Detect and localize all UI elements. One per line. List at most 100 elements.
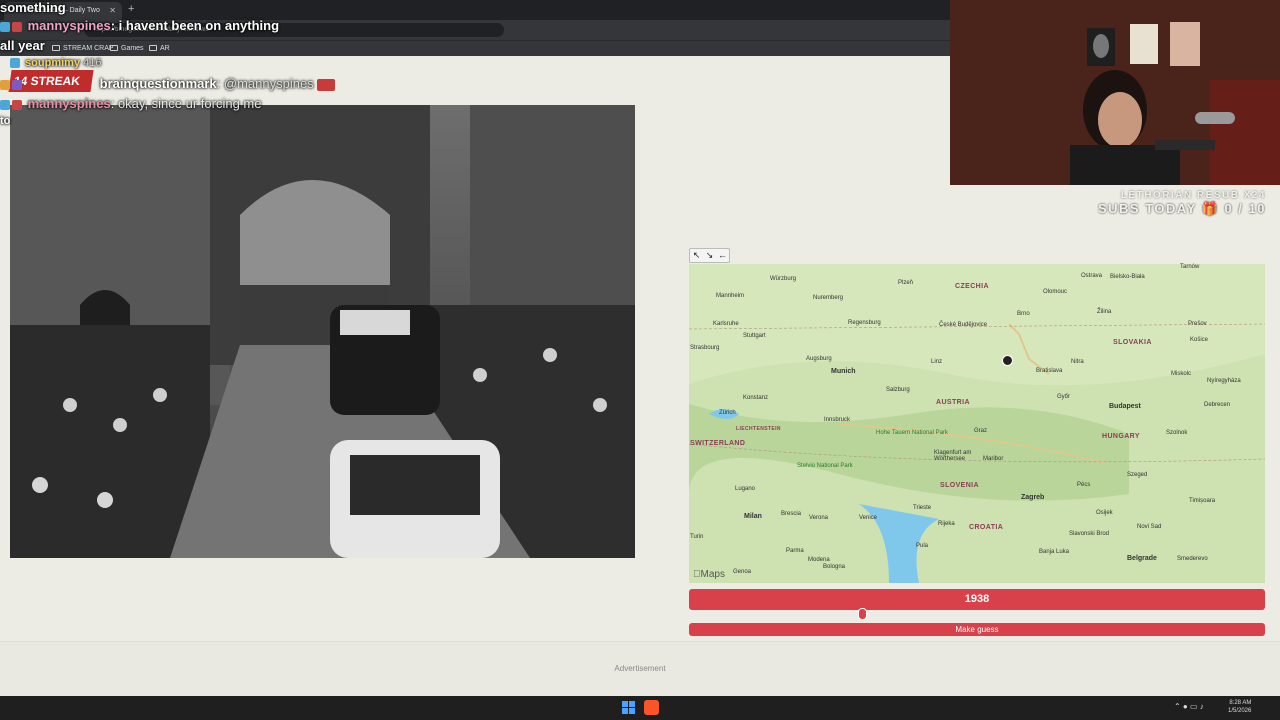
clock-time: 8:28 AM — [1229, 700, 1252, 706]
browser-tab-bar: TimeGuessr – Daily Two ✕ + — [0, 0, 950, 20]
map-city-label: Smederevo — [1177, 556, 1208, 562]
badge-icon — [12, 99, 22, 110]
chat-line: mannyspines: okay, since ur forcing me — [0, 96, 261, 111]
brave-browser-icon[interactable] — [644, 700, 659, 715]
map-city-label: Žilina — [1097, 309, 1112, 315]
badge-icon — [0, 21, 10, 32]
map-city-label: Olomouc — [1043, 289, 1068, 295]
map-city-label: Stuttgart — [743, 333, 766, 339]
map-tool-icon[interactable]: ↖ — [690, 249, 703, 262]
map-city-label: Konstanz — [743, 395, 769, 401]
folder-icon — [110, 45, 118, 52]
map-city-label: Verona — [809, 515, 829, 521]
map-city-label: Budapest — [1109, 403, 1141, 410]
subs-today-counter: SUBS TODAY 🎁 0 / 10 — [1097, 201, 1266, 216]
map-city-label: Lugano — [735, 486, 756, 492]
map-city-label: Linz — [931, 359, 943, 365]
map-country-label: HUNGARY — [1102, 433, 1140, 440]
year-slider[interactable] — [689, 613, 1265, 617]
map-tool-icon[interactable]: ↘ — [703, 249, 716, 262]
map-city-label: Trieste — [913, 505, 932, 511]
map-city-label: Osijek — [1096, 510, 1113, 516]
map-city-label: Bratislava — [1036, 368, 1063, 374]
map-city-label: Slavonski Brod — [1069, 531, 1110, 537]
map-city-label: Plzeň — [898, 280, 914, 286]
maps-logo: Maps — [693, 569, 725, 580]
folder-icon — [52, 45, 60, 52]
folder-icon — [149, 45, 157, 52]
historical-photo[interactable] — [10, 105, 635, 558]
map-country-label: SWITZERLAND — [690, 440, 746, 447]
map-city-label: Prešov — [1188, 321, 1207, 327]
bookmarks-bar: STREAM CRAP Games AR — [0, 40, 950, 56]
webcam-feed — [950, 0, 1280, 185]
map-city-label: Karlsruhe — [713, 321, 739, 327]
map-city-label: Szolnok — [1166, 430, 1188, 436]
bookmark-stream-crap[interactable]: STREAM CRAP — [52, 43, 114, 55]
map-city-label: Debrecen — [1204, 402, 1231, 408]
map-city-label: Nitra — [1071, 359, 1084, 365]
map-city-label: Würzburg — [770, 276, 797, 282]
chat-message: 416 — [83, 57, 102, 69]
sub-alert-overlay: LETHORIAN RESUB X24 SUBS TODAY 🎁 0 / 10 — [1000, 190, 1266, 217]
taskbar-clock[interactable]: 8:28 AM 1/5/2026 — [1228, 699, 1251, 715]
os-taskbar — [0, 696, 1280, 720]
map-pin-icon[interactable] — [1002, 355, 1013, 366]
map-city-label: Parma — [786, 548, 804, 554]
chat-line: something — [0, 0, 66, 15]
year-slider-thumb[interactable] — [857, 608, 867, 620]
bookmark-games[interactable]: Games — [110, 43, 144, 55]
map-city-label: Ostrava — [1081, 273, 1103, 279]
map-city-label: Zagreb — [1021, 494, 1045, 501]
map-city-label: Milan — [744, 513, 762, 520]
map-city-label: Augsburg — [806, 356, 832, 362]
map-city-label: Nuremberg — [813, 295, 844, 301]
badge-icon — [12, 79, 22, 90]
badge-icon — [12, 21, 22, 32]
map-city-label: Brno — [1017, 311, 1030, 317]
guess-map[interactable] — [689, 264, 1265, 583]
map-city-label: České Budějovice — [939, 322, 988, 328]
chat-line: mannyspines: i havent been on anything — [0, 18, 279, 33]
map-toolbar: ↖ ↘ ← — [689, 248, 730, 263]
chat-message: : i havent been on anything — [110, 18, 280, 33]
clock-date: 1/5/2026 — [1228, 708, 1252, 714]
map-city-label: Venice — [859, 515, 878, 521]
map-city-label: Novi Sad — [1137, 524, 1162, 530]
chat-line: brainquestionmark: @mannyspines — [0, 76, 336, 91]
map-city-label: Salzburg — [886, 387, 910, 393]
new-tab-icon[interactable]: + — [128, 3, 134, 15]
map-city-label: Belgrade — [1127, 555, 1157, 562]
system-tray[interactable]: ⌃ ● ▭ ♪ — [1174, 702, 1204, 711]
windows-start-icon[interactable] — [622, 701, 635, 714]
map-city-label: Szeged — [1127, 472, 1148, 478]
map-city-label: Maribor — [983, 456, 1004, 462]
chat-username: mannyspines — [27, 18, 111, 33]
map-city-label: Modena — [808, 557, 830, 563]
map-tool-icon[interactable]: ← — [716, 249, 729, 262]
map-city-label: Turin — [690, 534, 704, 540]
bookmark-ar[interactable]: AR — [149, 43, 170, 55]
make-guess-button[interactable]: Make guess — [689, 623, 1265, 636]
chat-message: : @mannyspines — [216, 76, 314, 91]
map-country-label: AUSTRIA — [936, 399, 970, 406]
map-city-label: Rijeka — [938, 521, 955, 527]
map-city-label: Genoa — [733, 569, 752, 575]
chat-message: : okay, since ur forcing me — [110, 96, 262, 111]
map-city-label: Mannheim — [716, 293, 745, 299]
map-city-label: Banja Luka — [1039, 549, 1070, 555]
chat-line: soupmimy 416 — [10, 57, 102, 69]
map-city-label: Pula — [916, 543, 929, 549]
map-country-label: SLOVAKIA — [1113, 339, 1152, 346]
map-city-label: Tarnów — [1180, 264, 1200, 270]
badge-icon — [0, 79, 10, 90]
map-city-label: Győr — [1057, 394, 1071, 400]
map-city-label: Innsbruck — [824, 417, 851, 423]
map-country-label: LIECHTENSTEIN — [736, 426, 781, 432]
map-country-label: CZECHIA — [955, 283, 989, 290]
map-city-label: Pécs — [1077, 482, 1091, 488]
map-city-label: Zürich — [719, 410, 736, 416]
map-city-label: Bologna — [823, 564, 846, 570]
map-country-label: SLOVENIA — [940, 482, 979, 489]
map-city-label: Košice — [1190, 337, 1209, 343]
